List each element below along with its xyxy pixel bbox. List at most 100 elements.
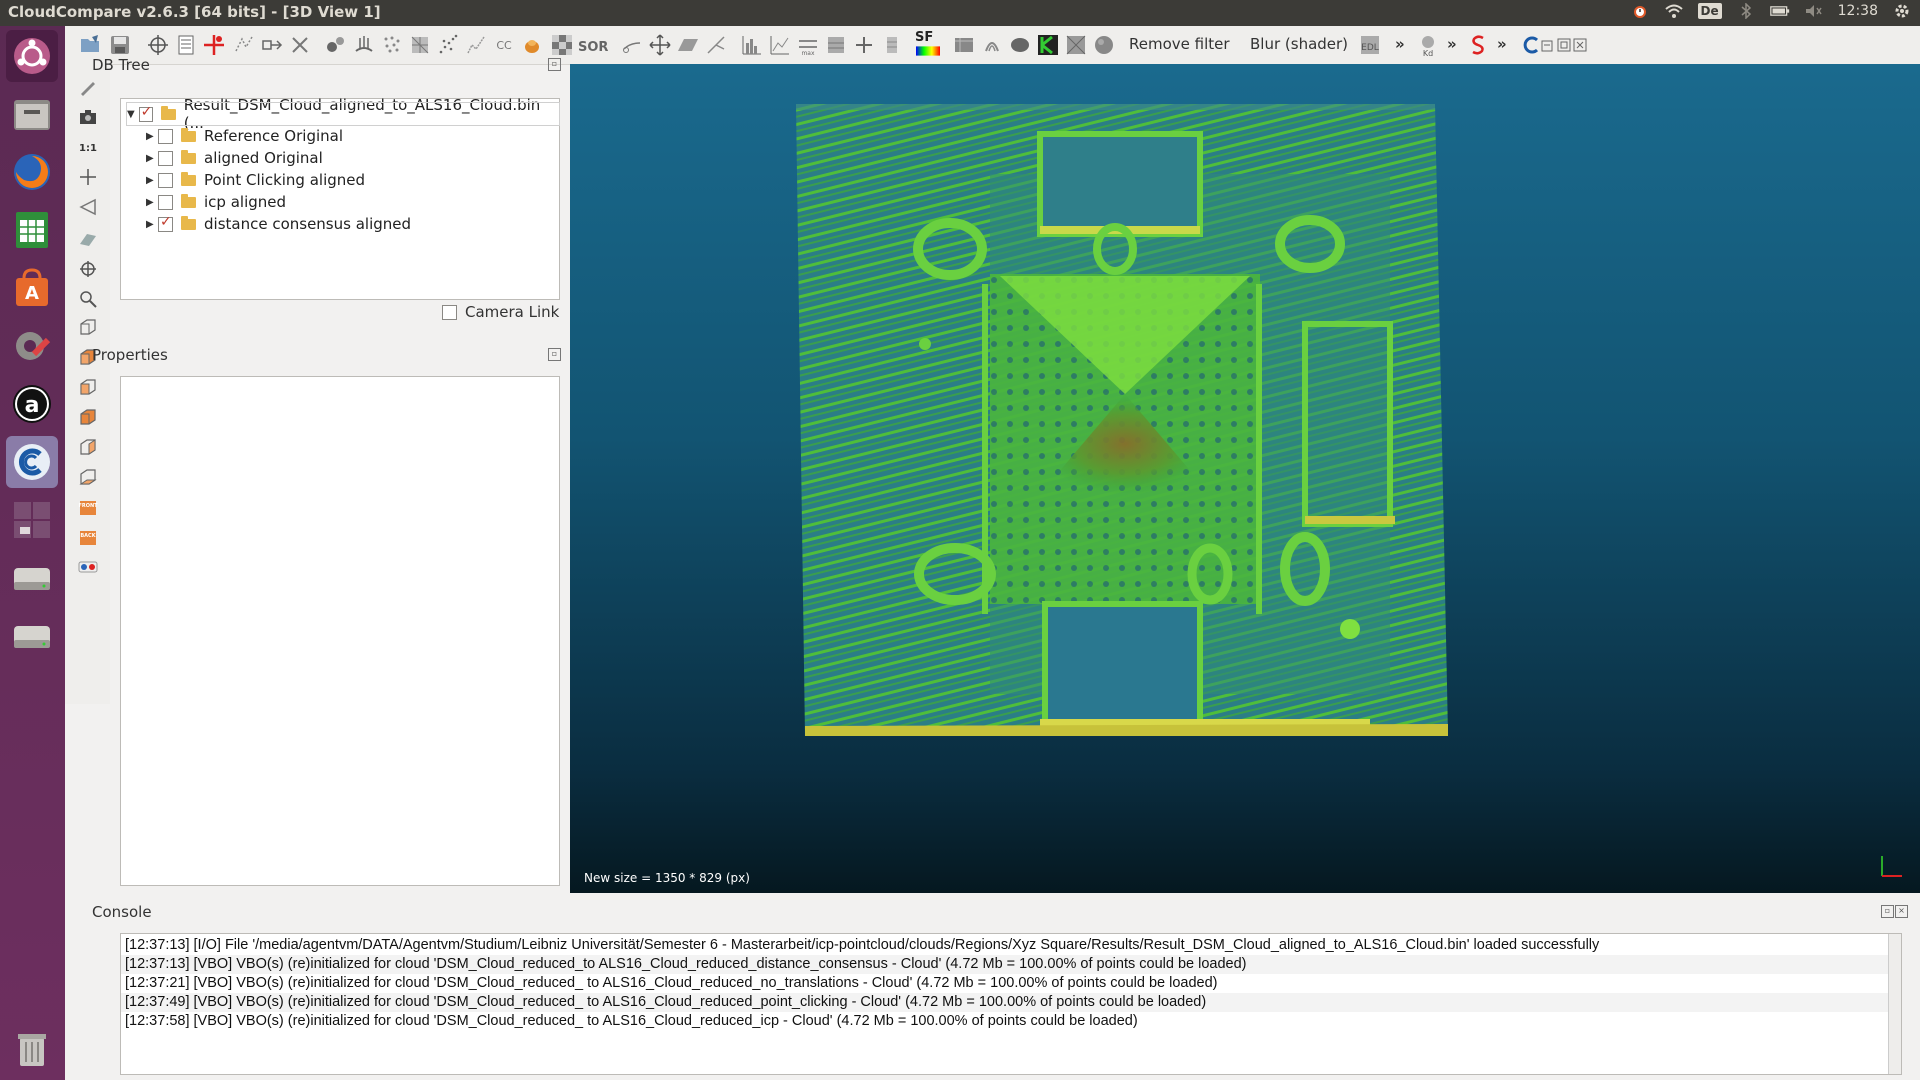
histogram-icon[interactable]	[739, 32, 765, 58]
trash-icon[interactable]	[6, 1022, 58, 1074]
cloud-view-icon[interactable]	[1007, 32, 1033, 58]
system-settings-icon[interactable]	[6, 320, 58, 372]
restore-window-icon[interactable]	[1541, 32, 1555, 58]
point-cloud-render[interactable]	[570, 64, 1920, 893]
sample-points-icon[interactable]	[435, 32, 461, 58]
pencil-icon[interactable]	[75, 74, 101, 100]
rotation-center-icon[interactable]	[75, 256, 101, 282]
move-icon[interactable]	[647, 32, 673, 58]
iso-front-icon[interactable]: FRONT	[75, 494, 101, 520]
console-scrollbar[interactable]	[1888, 934, 1901, 1074]
checkerboard-icon[interactable]	[549, 32, 575, 58]
tree-item-checkbox[interactable]	[158, 194, 173, 210]
tree-root-item[interactable]: ▼ Result_DSM_Cloud_aligned_to_ALS16_Clou…	[126, 96, 560, 132]
spreadsheet-icon[interactable]	[6, 204, 58, 256]
kd-tree-icon[interactable]: Kd	[1415, 32, 1441, 58]
plane-fit-icon[interactable]	[675, 32, 701, 58]
render-icon[interactable]	[1063, 32, 1089, 58]
tree-item-distance-consensus-aligned[interactable]: ▶ distance consensus aligned	[146, 213, 411, 235]
camera-link-checkbox[interactable]	[442, 304, 457, 320]
align-icon[interactable]	[703, 32, 729, 58]
sf-colorbar-icon[interactable]	[915, 46, 941, 56]
amazon-icon[interactable]: a	[6, 378, 58, 430]
list-icon[interactable]	[173, 32, 199, 58]
cc-label-icon[interactable]: CC	[491, 32, 517, 58]
tree-item-checkbox[interactable]	[158, 214, 173, 232]
console-float-button[interactable]: ▫	[1881, 905, 1894, 918]
close-window-icon[interactable]	[1573, 32, 1587, 58]
add-icon[interactable]	[851, 32, 877, 58]
tree-item-icp-aligned[interactable]: ▶ icp aligned	[146, 191, 286, 213]
toolbar-overflow-1[interactable]: »	[1395, 35, 1405, 53]
zoom-1to1-icon[interactable]: 1:1	[75, 134, 101, 160]
merge-icon[interactable]	[323, 32, 349, 58]
zoom-icon[interactable]	[75, 286, 101, 312]
expand-arrow-icon[interactable]: ▶	[146, 175, 158, 186]
volume-icon[interactable]	[1804, 2, 1824, 20]
sphere-icon[interactable]	[1091, 32, 1117, 58]
light-icon[interactable]	[75, 226, 101, 252]
normals-icon[interactable]	[351, 32, 377, 58]
perspective-icon[interactable]	[75, 194, 101, 220]
maximize-window-icon[interactable]	[1557, 32, 1571, 58]
expand-arrow-icon[interactable]: ▼	[127, 109, 139, 120]
tree-item-checkbox[interactable]	[158, 128, 173, 144]
3d-view[interactable]: New size = 1350 * 829 (px)	[570, 64, 1920, 893]
tree-item-checkbox[interactable]	[158, 172, 173, 188]
battery-icon[interactable]	[1769, 2, 1790, 20]
tree-item-point-clicking-aligned[interactable]: ▶ Point Clicking aligned	[146, 169, 365, 191]
edit-tool-icon[interactable]	[463, 32, 489, 58]
console-close-button[interactable]: ×	[1895, 905, 1908, 918]
console-log[interactable]: [12:37:13] [I/O] File '/media/agentvm/DA…	[120, 933, 1902, 1075]
expand-arrow-icon[interactable]: ▶	[146, 197, 158, 208]
tree-item-reference-original[interactable]: ▶ Reference Original	[146, 125, 343, 147]
tree-item-checkbox[interactable]	[158, 150, 173, 166]
point-picking-icon[interactable]	[201, 32, 227, 58]
clock-time[interactable]: 12:38	[1838, 3, 1878, 19]
stereo-icon[interactable]	[75, 554, 101, 580]
ubuntu-dash-icon[interactable]	[6, 30, 58, 82]
workspace-switcher-icon[interactable]	[6, 494, 58, 546]
cloudcompare-icon[interactable]	[6, 436, 58, 488]
kinect-icon[interactable]	[1035, 32, 1061, 58]
alarm-clock-icon[interactable]	[1630, 2, 1650, 20]
camera-icon[interactable]	[75, 104, 101, 130]
cut-icon[interactable]	[619, 32, 645, 58]
bluetooth-icon[interactable]	[1736, 2, 1756, 20]
tree-root-checkbox[interactable]	[138, 104, 154, 122]
transform-tool-icon[interactable]	[145, 32, 171, 58]
image-icon[interactable]	[951, 32, 977, 58]
scalar-field-range-icon[interactable]: max	[795, 32, 821, 58]
view-back-icon[interactable]	[75, 404, 101, 430]
software-center-icon[interactable]: A	[6, 262, 58, 314]
eye-dome-lighting-icon[interactable]: EDL	[1357, 32, 1383, 58]
properties-float-button[interactable]: ▫	[548, 348, 561, 361]
save-icon[interactable]	[107, 32, 133, 58]
expand-arrow-icon[interactable]: ▶	[146, 153, 158, 164]
subsample-icon[interactable]	[379, 32, 405, 58]
color-cloud-icon[interactable]	[519, 32, 545, 58]
open-file-icon[interactable]	[77, 32, 103, 58]
disk-icon-2[interactable]	[6, 610, 58, 662]
view-right-icon[interactable]	[75, 434, 101, 460]
firefox-icon[interactable]	[6, 146, 58, 198]
remove-filter-button[interactable]: Remove filter	[1129, 35, 1230, 53]
sensor-icon[interactable]	[979, 32, 1005, 58]
db-tree-float-button[interactable]: ▫	[548, 58, 561, 71]
blur-shader-button[interactable]: Blur (shader)	[1250, 35, 1348, 53]
wifi-icon[interactable]	[1664, 2, 1684, 20]
view-left-icon[interactable]	[75, 374, 101, 400]
camera-link-option[interactable]: Camera Link	[442, 303, 559, 321]
view-bottom-icon[interactable]	[75, 464, 101, 490]
tree-item-aligned-original[interactable]: ▶ aligned Original	[146, 147, 323, 169]
mesh-icon[interactable]	[407, 32, 433, 58]
sf-delete-icon[interactable]	[879, 32, 905, 58]
plugin-s-icon[interactable]	[1465, 32, 1491, 58]
disk-icon[interactable]	[6, 552, 58, 604]
file-manager-icon[interactable]	[6, 88, 58, 140]
toolbar-overflow-3[interactable]: »	[1497, 35, 1507, 53]
translate-rotate-icon[interactable]	[259, 32, 285, 58]
keyboard-layout-indicator[interactable]: De	[1697, 3, 1722, 19]
session-gear-icon[interactable]	[1892, 2, 1912, 20]
toolbar-overflow-2[interactable]: »	[1447, 35, 1457, 53]
